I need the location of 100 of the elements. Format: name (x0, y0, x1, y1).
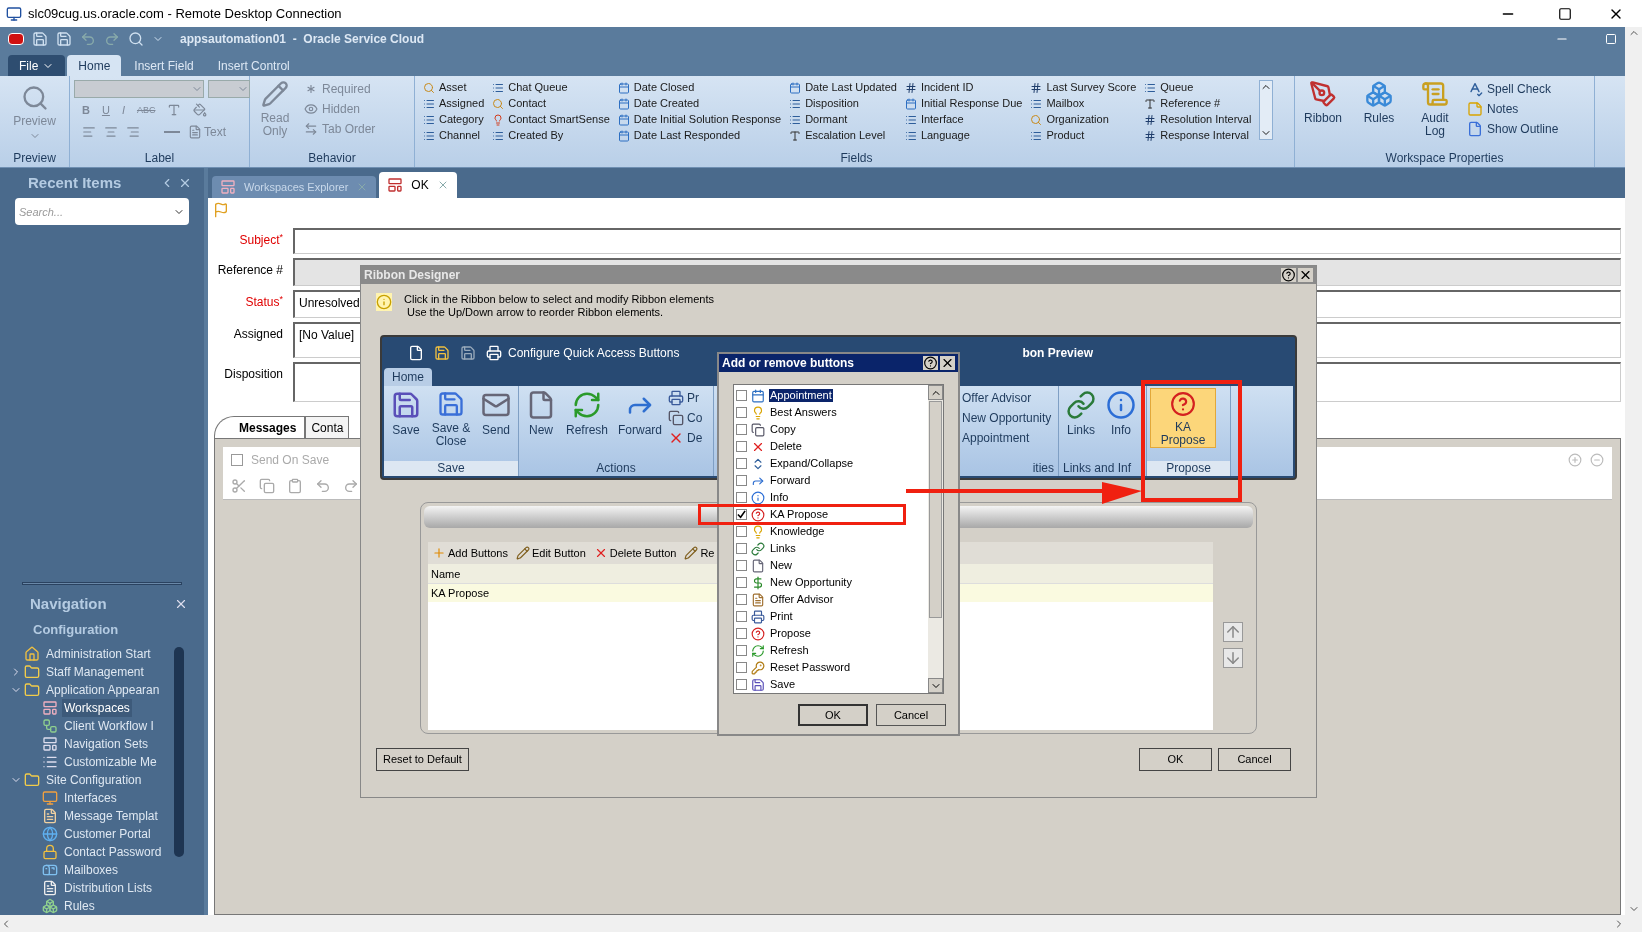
ribbon-preview-option[interactable]: De (668, 428, 703, 448)
clipboard-icon[interactable] (287, 478, 303, 494)
list-item[interactable]: Copy (769, 423, 797, 436)
reset-button[interactable]: Reset to Default (376, 748, 469, 771)
field-item[interactable]: Created By (492, 128, 610, 143)
restore-icon[interactable] (1605, 33, 1617, 45)
ok-button[interactable]: OK (1139, 748, 1212, 771)
field-item[interactable]: Resolution Interval (1144, 112, 1252, 127)
undo-icon[interactable] (315, 478, 331, 494)
help-icon[interactable] (923, 356, 938, 370)
move-up-icon[interactable] (1223, 622, 1243, 642)
list-item[interactable]: Offer Advisor (769, 593, 835, 606)
list-item[interactable]: Best Answers (769, 406, 838, 419)
cancel-button[interactable]: Cancel (876, 704, 946, 726)
field-item[interactable]: Queue (1144, 80, 1252, 95)
ribbon-preview-button[interactable]: Save (387, 388, 425, 448)
list-item[interactable]: Refresh (769, 644, 810, 657)
redo-icon[interactable] (104, 31, 120, 47)
list-item[interactable]: Print (769, 610, 794, 623)
field-item[interactable]: Reference # (1144, 96, 1252, 111)
workspace-option[interactable]: Notes (1467, 100, 1559, 118)
vertical-scrollbar[interactable] (1625, 27, 1642, 915)
undo-icon[interactable] (80, 31, 96, 47)
field-item[interactable]: Interface (904, 112, 1023, 127)
workspace-button[interactable]: Ribbon (1299, 80, 1347, 150)
ribbon-preview-button[interactable]: Save & Close (427, 388, 475, 448)
redo-icon[interactable] (343, 478, 359, 494)
tree-item[interactable]: Rules (62, 897, 97, 915)
field-item[interactable]: Escalation Level (789, 128, 897, 143)
field-item[interactable]: Incident ID (904, 80, 1023, 95)
field-item[interactable]: Mailbox (1030, 96, 1137, 111)
field-item[interactable]: Date Closed (617, 80, 782, 95)
toolbar-button[interactable]: Add Buttons (432, 544, 508, 562)
gallery-scrollbar[interactable] (1259, 80, 1274, 140)
scissors-icon[interactable] (231, 478, 247, 494)
field-item[interactable]: Contact SmartSense (492, 112, 610, 127)
field-item[interactable]: Category (423, 112, 485, 127)
checkbox[interactable] (736, 526, 747, 537)
checkbox[interactable] (736, 543, 747, 554)
field-item[interactable]: Language (904, 128, 1023, 143)
list-item[interactable]: Links (769, 542, 797, 555)
field-item[interactable]: Assigned (423, 96, 485, 111)
list-item[interactable]: KA Propose (769, 508, 830, 521)
close-icon[interactable] (940, 356, 955, 370)
search-field[interactable]: Search... (15, 198, 189, 225)
list-item[interactable]: Save (769, 678, 797, 691)
checkbox[interactable] (736, 458, 747, 469)
list-item[interactable]: Reset Password (769, 661, 852, 674)
help-icon[interactable] (1281, 268, 1296, 282)
add-icon[interactable] (1568, 453, 1582, 467)
ribbon-tab[interactable]: Home (384, 368, 432, 386)
tree-item[interactable]: Site Configuration (44, 771, 144, 789)
field-item[interactable]: Contact (492, 96, 610, 111)
checkbox[interactable] (736, 594, 747, 605)
list-item[interactable]: Delete (769, 440, 803, 453)
checkbox[interactable] (736, 424, 747, 435)
checkbox[interactable] (736, 628, 747, 639)
file-menu-button[interactable]: File (8, 55, 66, 76)
section-tab[interactable]: Messages (214, 416, 306, 438)
preview-icon[interactable] (128, 31, 144, 47)
toolbar-button[interactable]: Delete Button (593, 544, 677, 562)
field-item[interactable]: Organization (1030, 112, 1137, 127)
checkbox[interactable] (736, 492, 747, 503)
tree-item[interactable]: Interfaces (62, 789, 119, 807)
checkbox[interactable] (736, 509, 747, 520)
list-item[interactable]: Info (769, 491, 790, 504)
checkbox[interactable] (736, 679, 747, 690)
ribbon-preview-button[interactable]: Send (477, 388, 515, 448)
ribbon-preview-button[interactable]: KA Propose (1150, 388, 1216, 448)
field-item[interactable]: Date Last Responded (617, 128, 782, 143)
workspace-button[interactable]: Audit Log (1411, 80, 1459, 150)
ribbon-preview-button[interactable]: New (522, 388, 560, 448)
tree-item[interactable]: Workspaces (62, 699, 132, 717)
scrollbar[interactable] (928, 385, 943, 693)
tree-item[interactable]: Staff Management (44, 663, 146, 681)
ok-button[interactable]: OK (798, 704, 868, 726)
tree-item[interactable]: Customer Portal (62, 825, 153, 843)
maximize-icon[interactable] (1558, 6, 1572, 21)
ribbon-tab[interactable]: Insert Field (123, 55, 205, 76)
tree-item[interactable]: Mailboxes (62, 861, 121, 879)
ribbon-preview-option[interactable]: Appointment (962, 428, 1052, 448)
tree-item[interactable]: Distribution Lists (62, 879, 155, 897)
list-item[interactable]: Forward (769, 474, 812, 487)
checkbox[interactable] (736, 390, 747, 401)
list-item[interactable]: Knowledge (769, 525, 826, 538)
field-item[interactable]: Channel (423, 128, 485, 143)
list-item[interactable]: Propose (769, 627, 812, 640)
field-item[interactable]: Asset (423, 80, 485, 95)
checkbox[interactable] (736, 577, 747, 588)
toolbar-button[interactable]: Re (684, 544, 715, 562)
checkbox[interactable] (736, 407, 747, 418)
field-item[interactable]: Initial Response Due (904, 96, 1023, 111)
ribbon-preview-button[interactable]: Refresh (562, 388, 613, 448)
ribbon-preview-button[interactable]: Info (1102, 388, 1140, 448)
workspace-option[interactable]: Show Outline (1467, 120, 1559, 138)
ribbon-tab[interactable]: Insert Control (206, 55, 301, 76)
workspace-option[interactable]: Spell Check (1467, 80, 1559, 98)
checkbox[interactable] (736, 475, 747, 486)
field-item[interactable]: Disposition (789, 96, 897, 111)
field-item[interactable]: Product (1030, 128, 1137, 143)
